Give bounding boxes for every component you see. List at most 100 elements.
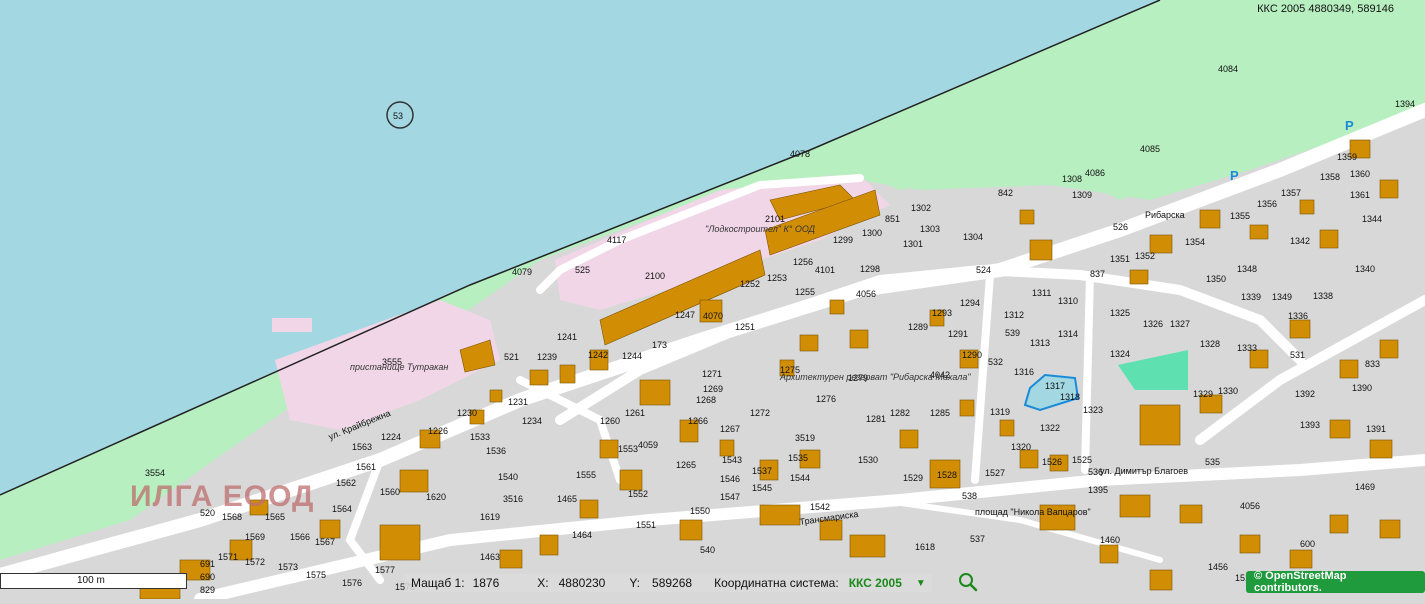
svg-text:1260: 1260 <box>600 416 620 426</box>
svg-text:4078: 4078 <box>790 149 810 159</box>
svg-text:1324: 1324 <box>1110 349 1130 359</box>
svg-text:829: 829 <box>200 585 215 595</box>
svg-text:690: 690 <box>200 572 215 582</box>
svg-text:1391: 1391 <box>1366 424 1386 434</box>
svg-text:1310: 1310 <box>1058 296 1078 306</box>
status-bar: Мащаб 1: 1876 X: 4880230 Y: 589268 Коорд… <box>405 574 932 592</box>
crs-select[interactable]: ККС 2005 <box>849 576 902 590</box>
scale-value: 1876 <box>472 576 500 590</box>
x-value: 4880230 <box>558 576 606 590</box>
svg-text:1276: 1276 <box>816 394 836 404</box>
osm-attribution[interactable]: © OpenStreetMap contributors. <box>1246 570 1425 594</box>
svg-text:1242: 1242 <box>588 350 608 360</box>
svg-text:1528: 1528 <box>937 470 957 480</box>
svg-text:1394: 1394 <box>1395 99 1415 109</box>
svg-text:1326: 1326 <box>1143 319 1163 329</box>
svg-text:1241: 1241 <box>557 332 577 342</box>
svg-text:851: 851 <box>885 214 900 224</box>
street-rybarska-label: Рибарска <box>1145 210 1185 220</box>
svg-text:1525: 1525 <box>1072 455 1092 465</box>
svg-text:1564: 1564 <box>332 504 352 514</box>
svg-text:1546: 1546 <box>720 474 740 484</box>
svg-text:1303: 1303 <box>920 224 940 234</box>
svg-text:1289: 1289 <box>908 322 928 332</box>
svg-text:1253: 1253 <box>767 273 787 283</box>
port-name-label: пристанище Тутракан <box>350 362 448 372</box>
watermark: ИЛГА ЕООД <box>130 480 315 513</box>
svg-text:537: 537 <box>970 534 985 544</box>
svg-text:1356: 1356 <box>1257 199 1277 209</box>
svg-text:1542: 1542 <box>810 502 830 512</box>
svg-text:1325: 1325 <box>1110 308 1130 318</box>
svg-text:1328: 1328 <box>1200 339 1220 349</box>
svg-text:1460: 1460 <box>1100 535 1120 545</box>
svg-text:1575: 1575 <box>306 570 326 580</box>
svg-text:1230: 1230 <box>457 408 477 418</box>
svg-text:1545: 1545 <box>752 483 772 493</box>
svg-text:1313: 1313 <box>1030 338 1050 348</box>
svg-text:1234: 1234 <box>522 416 542 426</box>
svg-text:1244: 1244 <box>622 351 642 361</box>
svg-text:1344: 1344 <box>1362 214 1382 224</box>
svg-text:1318: 1318 <box>1060 392 1080 402</box>
svg-text:525: 525 <box>575 265 590 275</box>
svg-text:532: 532 <box>988 357 1003 367</box>
svg-text:833: 833 <box>1365 359 1380 369</box>
svg-text:1536: 1536 <box>486 446 506 456</box>
svg-text:173: 173 <box>652 340 667 350</box>
svg-text:1239: 1239 <box>537 352 557 362</box>
svg-text:540: 540 <box>700 545 715 555</box>
svg-text:1301: 1301 <box>903 239 923 249</box>
svg-text:1618: 1618 <box>915 542 935 552</box>
svg-text:1302: 1302 <box>911 203 931 213</box>
svg-text:4079: 4079 <box>512 267 532 277</box>
svg-text:1547: 1547 <box>720 492 740 502</box>
boatyard-label: "Лодкостроител" К° ООД <box>705 224 816 234</box>
svg-text:539: 539 <box>1005 328 1020 338</box>
svg-text:1577: 1577 <box>375 565 395 575</box>
svg-text:2101: 2101 <box>765 214 785 224</box>
svg-text:1562: 1562 <box>336 478 356 488</box>
y-label: Y: <box>629 576 641 590</box>
svg-text:535: 535 <box>1205 457 1220 467</box>
svg-text:1282: 1282 <box>890 408 910 418</box>
svg-text:1348: 1348 <box>1237 264 1257 274</box>
svg-text:1322: 1322 <box>1040 423 1060 433</box>
svg-text:1252: 1252 <box>740 279 760 289</box>
svg-text:1308: 1308 <box>1062 174 1082 184</box>
svg-text:1316: 1316 <box>1014 367 1034 377</box>
search-button[interactable] <box>957 571 979 593</box>
svg-text:691: 691 <box>200 559 215 569</box>
svg-text:1572: 1572 <box>245 557 265 567</box>
dropdown-arrow-icon[interactable]: ▼ <box>916 578 926 589</box>
svg-text:1327: 1327 <box>1170 319 1190 329</box>
svg-text:842: 842 <box>998 188 1013 198</box>
svg-text:1290: 1290 <box>962 350 982 360</box>
svg-text:3516: 3516 <box>503 494 523 504</box>
svg-text:1529: 1529 <box>903 473 923 483</box>
svg-text:1393: 1393 <box>1300 420 1320 430</box>
svg-text:531: 531 <box>1290 350 1305 360</box>
svg-text:1317: 1317 <box>1045 381 1065 391</box>
svg-text:1620: 1620 <box>426 492 446 502</box>
svg-text:4086: 4086 <box>1085 168 1105 178</box>
svg-text:3519: 3519 <box>795 433 815 443</box>
svg-text:524: 524 <box>976 265 991 275</box>
svg-text:1619: 1619 <box>480 512 500 522</box>
svg-text:1311: 1311 <box>1032 288 1051 298</box>
svg-text:4056: 4056 <box>856 289 876 299</box>
magnifier-icon <box>959 573 978 592</box>
svg-text:1573: 1573 <box>278 562 298 572</box>
svg-text:1256: 1256 <box>793 257 813 267</box>
svg-text:1395: 1395 <box>1088 485 1108 495</box>
svg-text:1314: 1314 <box>1058 329 1078 339</box>
svg-text:1309: 1309 <box>1072 190 1092 200</box>
svg-text:1355: 1355 <box>1230 211 1250 221</box>
svg-text:4101: 4101 <box>815 265 835 275</box>
svg-text:1272: 1272 <box>750 408 770 418</box>
svg-text:1312: 1312 <box>1004 310 1024 320</box>
svg-text:1291: 1291 <box>948 329 968 339</box>
svg-text:1537: 1537 <box>752 466 772 476</box>
svg-text:1551: 1551 <box>636 520 656 530</box>
svg-text:1571: 1571 <box>218 552 238 562</box>
